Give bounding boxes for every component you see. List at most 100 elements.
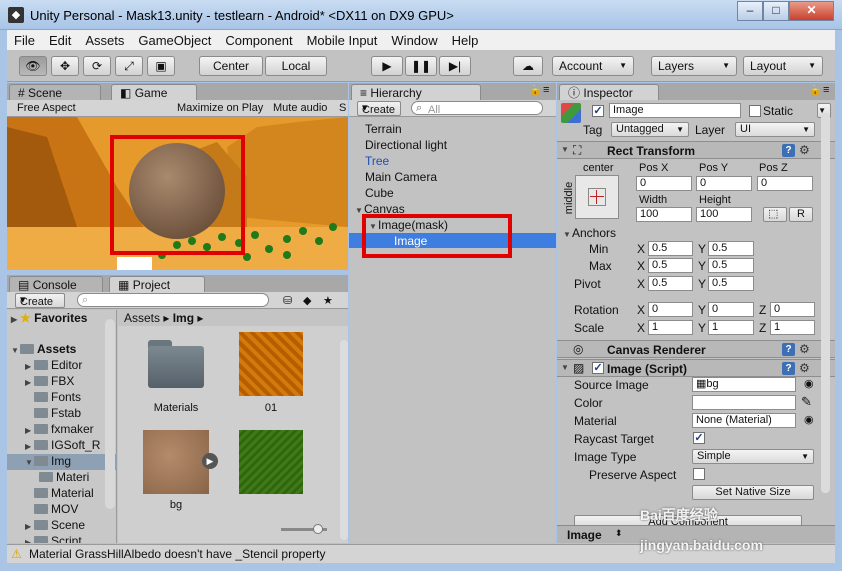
anchors-foldout[interactable]: ▼Anchors: [563, 226, 616, 242]
image-script-header[interactable]: ▼ ▨ ✓ Image (Script) ? ⚙: [557, 359, 835, 377]
hierarchy-item-cube[interactable]: Cube: [365, 186, 394, 200]
raycast-target-checkbox[interactable]: ✓: [693, 432, 705, 444]
tab-scene[interactable]: # Scene: [9, 84, 101, 100]
hierarchy-item-terrain[interactable]: Terrain: [365, 122, 402, 136]
pivot-y-field[interactable]: 0.5: [708, 276, 754, 291]
preview-dropdown-icon[interactable]: ⬍: [615, 528, 623, 539]
cloud-button[interactable]: ☁: [513, 56, 543, 76]
maximize-on-play-toggle[interactable]: Maximize on Play: [177, 102, 263, 114]
pos-y-field[interactable]: 0: [696, 176, 752, 191]
rotation-z-field[interactable]: 0: [770, 302, 815, 317]
folder-fbx[interactable]: ▶ FBX: [25, 374, 74, 390]
help-icon[interactable]: ?: [782, 343, 795, 356]
tag-dropdown[interactable]: Untagged ▼: [611, 122, 689, 137]
filter-type-icon[interactable]: ⛁: [283, 294, 292, 307]
folder-script[interactable]: ▶ Script: [25, 534, 82, 543]
panel-menu-icon[interactable]: ≡: [543, 84, 549, 96]
tree-scrollbar[interactable]: [105, 319, 115, 509]
folder-fxmaker[interactable]: ▶ fxmaker: [25, 422, 94, 438]
static-checkbox[interactable]: [749, 105, 761, 117]
hand-tool-button[interactable]: 👁: [19, 56, 47, 76]
menu-window[interactable]: Window: [384, 30, 444, 49]
layers-dropdown[interactable]: Layers ▼: [651, 56, 737, 76]
anchor-presets-button[interactable]: [575, 175, 619, 219]
folder-fonts[interactable]: Fonts: [25, 390, 81, 404]
filter-label-icon[interactable]: ◆: [303, 294, 311, 307]
tab-console[interactable]: ▤ Console: [9, 276, 103, 292]
hierarchy-item-main-camera[interactable]: Main Camera: [365, 170, 437, 184]
scale-tool-button[interactable]: ⤢: [115, 56, 143, 76]
menu-mobile-input[interactable]: Mobile Input: [300, 30, 385, 49]
pivot-center-button[interactable]: Center: [199, 56, 263, 76]
breadcrumb-assets[interactable]: Assets: [124, 311, 160, 325]
menu-assets[interactable]: Assets: [78, 30, 131, 49]
blueprint-mode-button[interactable]: ⬚: [763, 207, 787, 222]
folder-editor[interactable]: ▶ Editor: [25, 358, 82, 374]
object-picker-icon[interactable]: ◉: [804, 413, 814, 426]
canvas-renderer-header[interactable]: ◎ Canvas Renderer ? ⚙: [557, 340, 835, 358]
preserve-aspect-checkbox[interactable]: [693, 468, 705, 480]
panel-menu-icon[interactable]: ≡: [823, 84, 829, 96]
folder-mov[interactable]: MOV: [25, 502, 78, 516]
asset-texture-grass[interactable]: [239, 430, 303, 494]
source-image-field[interactable]: ▦bg: [692, 377, 796, 392]
hierarchy-create-button[interactable]: Create ▾: [357, 101, 401, 116]
gear-icon[interactable]: ⚙: [799, 362, 810, 375]
anchor-min-y-field[interactable]: 0.5: [708, 241, 754, 256]
aspect-dropdown[interactable]: Free Aspect: [17, 102, 76, 114]
play-preview-icon[interactable]: ▶: [202, 453, 218, 469]
mute-audio-toggle[interactable]: Mute audio: [273, 102, 327, 114]
folder-img[interactable]: ▼ Img: [7, 454, 117, 470]
lock-icon[interactable]: 🔒: [809, 85, 821, 96]
minimize-button[interactable]: –: [737, 1, 763, 21]
folder-fstab[interactable]: Fstab: [25, 406, 81, 420]
menu-file[interactable]: File: [7, 30, 42, 49]
menu-component[interactable]: Component: [218, 30, 299, 49]
color-field[interactable]: [692, 395, 796, 410]
layer-dropdown[interactable]: UI ▼: [735, 122, 815, 137]
tab-project[interactable]: ▦ Project: [109, 276, 205, 292]
material-field[interactable]: None (Material): [692, 413, 796, 428]
anchor-max-y-field[interactable]: 0.5: [708, 258, 754, 273]
play-button[interactable]: ▶: [371, 56, 403, 76]
height-field[interactable]: 100: [696, 207, 752, 222]
pivot-x-field[interactable]: 0.5: [648, 276, 693, 291]
raw-edit-button[interactable]: R: [789, 207, 813, 222]
folder-materi[interactable]: Materi: [39, 470, 89, 484]
asset-scrollbar[interactable]: [340, 340, 348, 540]
hierarchy-item-directional-light[interactable]: Directional light: [365, 138, 447, 152]
rect-transform-header[interactable]: ▼ ⛶ Rect Transform ? ⚙: [557, 141, 835, 159]
account-dropdown[interactable]: Account ▼: [552, 56, 634, 76]
width-field[interactable]: 100: [636, 207, 692, 222]
scale-y-field[interactable]: 1: [708, 320, 754, 335]
eyedropper-icon[interactable]: ✎: [801, 394, 812, 410]
inspector-scrollbar[interactable]: [821, 113, 830, 493]
anchor-max-x-field[interactable]: 0.5: [648, 258, 693, 273]
gear-icon[interactable]: ⚙: [799, 144, 810, 157]
project-search-input[interactable]: ⌕: [77, 293, 269, 307]
zoom-slider-handle[interactable]: [313, 524, 323, 534]
tab-game[interactable]: ◧ Game: [111, 84, 197, 100]
favorites-node[interactable]: ▶ ★ Favorites: [11, 311, 87, 327]
menu-gameobject[interactable]: GameObject: [131, 30, 218, 49]
scale-x-field[interactable]: 1: [648, 320, 693, 335]
pause-button[interactable]: ❚❚: [405, 56, 437, 76]
layout-dropdown[interactable]: Layout ▼: [743, 56, 823, 76]
folder-material[interactable]: Material: [25, 486, 94, 500]
scale-z-field[interactable]: 1: [770, 320, 815, 335]
tab-inspector[interactable]: ⓘ Inspector: [559, 84, 659, 100]
rotation-x-field[interactable]: 0: [648, 302, 693, 317]
folder-igsoft[interactable]: ▶ IGSoft_R: [25, 438, 100, 454]
anchor-min-x-field[interactable]: 0.5: [648, 241, 693, 256]
hierarchy-search-input[interactable]: ⌕ All: [411, 101, 543, 116]
close-button[interactable]: ✕: [789, 1, 834, 21]
help-icon[interactable]: ?: [782, 144, 795, 157]
move-tool-button[interactable]: ✥: [51, 56, 79, 76]
menu-help[interactable]: Help: [445, 30, 486, 49]
help-icon[interactable]: ?: [782, 362, 795, 375]
step-button[interactable]: ▶|: [439, 56, 471, 76]
favorite-star-icon[interactable]: ★: [323, 294, 333, 307]
assets-root-node[interactable]: ▼ Assets: [11, 342, 76, 358]
rotate-tool-button[interactable]: ⟳: [83, 56, 111, 76]
stats-toggle[interactable]: S: [339, 102, 346, 114]
